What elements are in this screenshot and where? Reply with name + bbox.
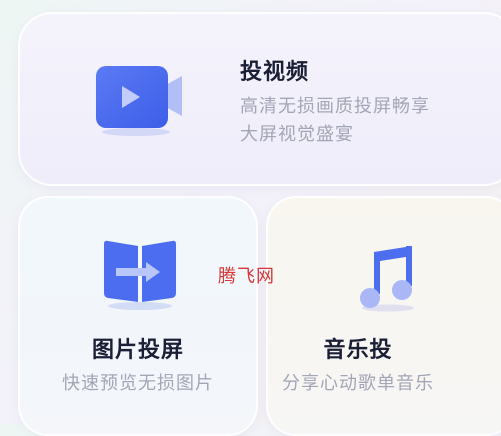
music-note-icon bbox=[360, 246, 414, 312]
video-camera-icon bbox=[96, 66, 182, 136]
photo-cast-icon bbox=[104, 240, 176, 310]
cast-video-card[interactable]: 投视频 高清无损画质投屏畅享 大屏视觉盛宴 bbox=[18, 12, 501, 186]
cast-video-title: 投视频 bbox=[240, 60, 310, 85]
watermark-text: 腾飞网 bbox=[218, 266, 275, 287]
cast-music-title: 音乐投 bbox=[323, 338, 393, 363]
cast-video-subtitle-line2: 大屏视觉盛宴 bbox=[240, 124, 354, 145]
cast-music-card[interactable]: 音乐投 分享心动歌单音乐 bbox=[266, 196, 501, 436]
cast-photo-card[interactable]: 图片投屏 快速预览无损图片 bbox=[18, 196, 258, 436]
cast-photo-title: 图片投屏 bbox=[91, 338, 184, 363]
cast-music-subtitle: 分享心动歌单音乐 bbox=[282, 373, 434, 394]
cast-video-subtitle-line1: 高清无损画质投屏畅享 bbox=[240, 96, 430, 117]
cast-photo-subtitle: 快速预览无损图片 bbox=[62, 373, 214, 394]
